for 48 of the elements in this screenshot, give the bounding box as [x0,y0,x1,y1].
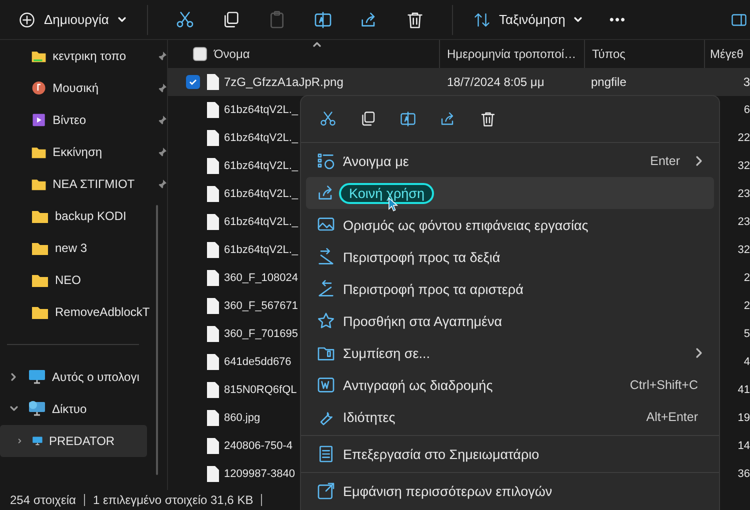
size-cell: 4 [744,356,750,368]
menu-label: Εμφάνιση περισσότερων επιλογών [343,484,552,498]
date-cell: 18/7/2024 8:05 μμ [447,75,544,89]
size-cell: 2 [744,272,750,284]
size-cell: 32 [738,244,750,256]
menu-label: Ορισμός ως φόντου επιφάνειας εργασίας [343,218,588,232]
file-name: 61bz64tqV2L._ [224,188,298,200]
size-cell: 32 [738,160,750,172]
size-cell: 14 [738,440,750,452]
file-name: 641de5dd676 [224,356,292,368]
item-count: 254 στοιχεία [10,494,85,506]
file-name: 61bz64tqV2L._ [224,216,298,228]
shortcut-text: Enter [650,154,680,168]
shortcut-text: Alt+Enter [646,410,698,424]
file-name: 860.jpg [224,412,260,424]
file-name: 7zG_GfzzA1aJpR.png [224,75,344,89]
menu-label: Προσθήκη στα Αγαπημένα [343,314,502,328]
menu-label: Αντιγραφή ως διαδρομής [343,378,493,392]
size-cell: 3 [743,75,750,89]
size-cell: 19 [738,412,750,424]
file-name: 360_F_108024 [224,272,298,284]
file-name: 240806-750-4 [224,440,293,452]
menu-label: Περιστροφή προς τα αριστερά [343,282,524,296]
menu-label: Κοινή χρήση [339,182,434,204]
menu-label: Άνοιγμα με [343,154,409,168]
file-name: 1209987-3840 [224,468,295,480]
menu-label: Περιστροφή προς τα δεξιά [343,250,500,264]
type-cell: pngfile [591,75,626,89]
file-name: 61bz64tqV2L._ [224,244,298,256]
menu-label: Συμπίεση σε... [343,346,430,360]
shortcut-text: Ctrl+Shift+C [630,378,698,392]
file-name: 360_F_701695 [224,328,298,340]
file-name: 61bz64tqV2L._ [224,132,298,144]
size-cell: 2 [744,300,750,312]
menu-label: Ιδιότητες [343,410,396,424]
size-cell: 23 [738,188,750,200]
size-cell: 23 [738,216,750,228]
menu-label: Επεξεργασία στο Σημειωματάριο [343,446,540,462]
size-cell: 36 [738,468,750,480]
selection-info: 1 επιλεγμένο στοιχείο 31,6 KB [92,494,262,506]
size-cell: 41 [738,384,750,396]
file-name: 815N0RQ6fQL [224,384,297,396]
file-name: 61bz64tqV2L._ [224,104,298,116]
size-cell: 5 [744,328,750,340]
size-cell: 6 [744,104,750,116]
file-name: 360_F_567671 [224,300,298,312]
size-cell: 22 [738,132,750,144]
file-name: 61bz64tqV2L._ [224,160,298,172]
